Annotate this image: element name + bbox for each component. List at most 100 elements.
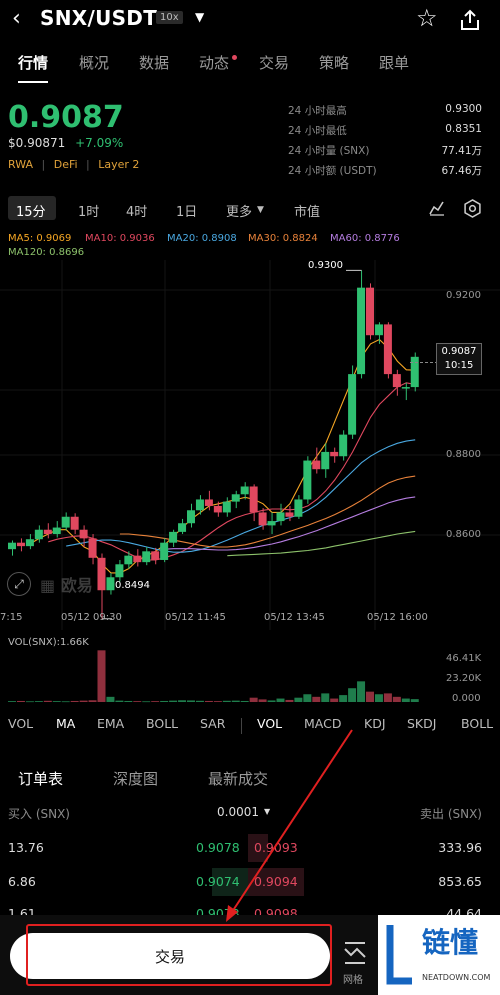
candle[interactable] (392, 374, 401, 388)
candle[interactable] (43, 529, 52, 535)
tab-news[interactable]: 动态 (199, 52, 229, 73)
chevron-down-icon[interactable]: ▼ (195, 10, 204, 24)
candle[interactable] (61, 516, 70, 528)
tab-strategy[interactable]: 策略 (319, 52, 349, 73)
timeframe-marketcap[interactable]: 市值 (294, 201, 320, 220)
candle[interactable] (124, 555, 133, 565)
candle[interactable] (133, 555, 142, 563)
share-icon[interactable] (458, 8, 482, 32)
candle[interactable] (213, 505, 222, 513)
candle[interactable] (383, 324, 392, 375)
star-icon[interactable]: ☆ (416, 4, 438, 32)
candle[interactable] (258, 512, 267, 526)
candle[interactable] (366, 287, 374, 336)
candle[interactable] (249, 486, 258, 513)
precision-select[interactable]: 0.0001 (217, 805, 259, 819)
indicator-macd[interactable]: MACD (304, 716, 341, 731)
candle[interactable] (401, 387, 410, 389)
candle[interactable] (79, 529, 88, 539)
indicator-kdj[interactable]: KDJ (364, 716, 386, 731)
candle[interactable] (222, 501, 231, 513)
candle[interactable] (204, 499, 213, 506)
candle[interactable] (348, 374, 357, 435)
candle[interactable] (240, 486, 249, 495)
grid-bot-label[interactable]: 网格 (343, 971, 363, 986)
candle[interactable] (187, 510, 195, 524)
candle[interactable] (276, 512, 285, 522)
candle[interactable] (8, 542, 16, 550)
indicator-skdj[interactable]: SKDJ (407, 716, 436, 731)
volume-bar (213, 701, 222, 702)
high-price-label: 0.9300 (308, 260, 343, 271)
candle[interactable] (16, 542, 25, 547)
tag-rwa[interactable]: RWA (8, 158, 33, 171)
indicator-sub-vol[interactable]: VOL (257, 716, 282, 731)
candle[interactable] (178, 523, 187, 532)
indicator-vol[interactable]: VOL (8, 716, 33, 731)
tab-copy-trading[interactable]: 跟单 (379, 52, 409, 73)
candle[interactable] (115, 564, 124, 578)
candle[interactable] (339, 434, 348, 457)
tab-trade[interactable]: 交易 (259, 52, 289, 73)
orderbook-row[interactable]: 13.76 0.9078 0.9093 333.96 (0, 834, 500, 868)
candle[interactable] (321, 451, 330, 470)
candle[interactable] (231, 494, 240, 502)
timeframe-1h[interactable]: 1时 (78, 201, 99, 220)
candle[interactable] (330, 451, 339, 457)
candle[interactable] (70, 516, 79, 530)
timeframe-more[interactable]: 更多 (226, 201, 252, 220)
pair-title[interactable]: SNX/USDT (40, 6, 157, 30)
candle[interactable] (160, 542, 169, 560)
timeframe-4h[interactable]: 4时 (126, 201, 147, 220)
grid-bot-icon[interactable] (343, 937, 367, 967)
candle[interactable] (97, 557, 106, 591)
candle[interactable] (151, 551, 160, 560)
back-icon[interactable]: ‹ (12, 6, 21, 31)
caret-down-icon[interactable]: ▼ (257, 205, 264, 215)
candle[interactable] (410, 356, 419, 388)
candle[interactable] (303, 460, 312, 500)
volume-bar (106, 696, 115, 702)
stat-value-high: 0.9300 (445, 103, 482, 115)
indicator-sub-boll[interactable]: BOLL (461, 716, 493, 731)
indicator-boll[interactable]: BOLL (146, 716, 178, 731)
candle[interactable] (195, 499, 204, 511)
candle[interactable] (142, 551, 151, 563)
candle[interactable] (374, 324, 383, 336)
tag-defi[interactable]: DeFi (54, 158, 78, 171)
tab-latest-trades[interactable]: 最新成交 (208, 768, 268, 789)
ma30-label: MA30: 0.8824 (248, 233, 318, 244)
settings-icon[interactable] (463, 199, 482, 218)
ma10-label: MA10: 0.9036 (85, 233, 155, 244)
precision-caret-icon[interactable]: ▼ (264, 807, 270, 816)
candle[interactable] (169, 531, 178, 543)
candle[interactable] (25, 539, 34, 547)
candle[interactable] (52, 527, 61, 535)
candle[interactable] (267, 521, 276, 526)
candle[interactable] (34, 529, 43, 540)
candle[interactable] (357, 287, 366, 375)
indicator-ma[interactable]: MA (56, 716, 75, 731)
candle[interactable] (88, 538, 97, 558)
timeframe-15m[interactable]: 15分 (16, 201, 46, 220)
tab-market[interactable]: 行情 (18, 52, 48, 73)
price-change: +7.09% (75, 136, 124, 150)
candle[interactable] (312, 460, 321, 470)
tab-depth-chart[interactable]: 深度图 (113, 768, 158, 789)
buy-header: 买入 (SNX) (8, 807, 70, 821)
tab-overview[interactable]: 概况 (79, 52, 109, 73)
candle[interactable] (294, 499, 303, 517)
orderbook-row[interactable]: 6.86 0.9074 0.9094 853.65 (0, 868, 500, 902)
low-price-label: 0.8494 (115, 580, 150, 591)
indicator-sar[interactable]: SAR (200, 716, 225, 731)
tab-data[interactable]: 数据 (139, 52, 169, 73)
indicator-tabs: VOL MA EMA BOLL SAR VOL MACD KDJ SKDJ BO… (0, 716, 500, 738)
tag-layer2[interactable]: Layer 2 (98, 158, 139, 171)
indicator-ema[interactable]: EMA (97, 716, 124, 731)
candle[interactable] (106, 577, 115, 591)
timeframe-1d[interactable]: 1日 (176, 201, 197, 220)
candle[interactable] (285, 512, 294, 517)
draw-tool-icon[interactable] (428, 199, 446, 217)
tab-orderbook[interactable]: 订单表 (18, 768, 63, 789)
fullscreen-button[interactable]: ⤢ (7, 572, 31, 596)
